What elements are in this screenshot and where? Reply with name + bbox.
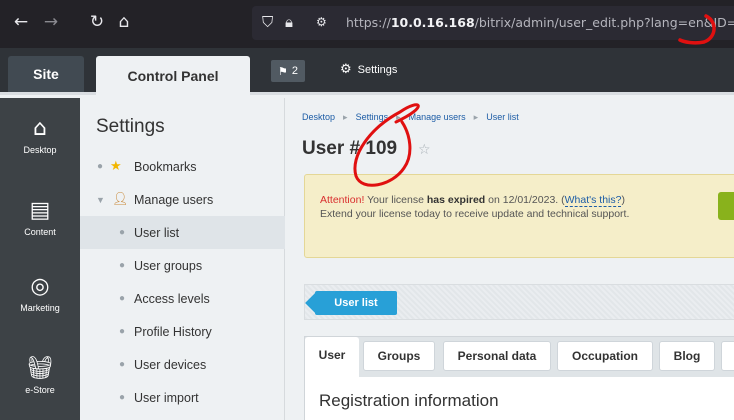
menu-title: Settings [96, 116, 165, 137]
bullet-icon: ● [119, 326, 126, 337]
bullet-icon: ● [97, 161, 104, 172]
back-button[interactable]: ← [8, 9, 34, 35]
rail-item-content[interactable]: ▤ Content [0, 198, 80, 237]
left-rail: ⌂ Desktop ▤ Content ◎ Marketing 🧺︎ e-Sto… [0, 98, 80, 420]
forward-button[interactable]: → [38, 9, 64, 35]
reload-icon: ↻ [89, 12, 105, 32]
document-icon: ▤ [29, 198, 51, 223]
form-body: Registration information [305, 377, 734, 420]
renew-license-button[interactable] [718, 192, 734, 220]
tab-site[interactable]: Site [8, 56, 84, 92]
rail-label: e-Store [25, 385, 55, 395]
settings-label: Settings [357, 63, 398, 76]
notifications-count: 2 [291, 65, 298, 77]
menu-item-profile-history[interactable]: ● Profile History [80, 315, 285, 348]
bullet-icon: ● [119, 359, 126, 370]
tab-blog[interactable]: Blog [659, 341, 715, 371]
user-icon: 👤︎ [112, 192, 129, 207]
rail-item-marketing[interactable]: ◎ Marketing [0, 274, 80, 313]
collapse-arrow-icon[interactable]: ▼ [96, 195, 105, 205]
breadcrumb-item[interactable]: Manage users [409, 112, 466, 122]
home-button[interactable]: ⌂ [111, 9, 137, 35]
admin-top-panel: Site Control Panel ⚑ 2 ⚙ Settings [0, 48, 734, 95]
shield-icon[interactable]: ⛉ [262, 13, 273, 31]
permissions-icon[interactable]: ⚙︎ [316, 15, 327, 29]
menu-item-user-import[interactable]: ● User import [80, 381, 285, 414]
page-title: User # 109 [302, 138, 398, 159]
breadcrumb-separator: ▸ [343, 112, 348, 122]
tab-control-panel[interactable]: Control Panel [96, 56, 250, 95]
bullet-icon: ● [119, 227, 126, 238]
rail-label: Marketing [20, 303, 60, 313]
arrow-right-icon: → [43, 12, 59, 32]
tab-groups[interactable]: Groups [363, 341, 435, 371]
url-text[interactable]: https://10.0.16.168/bitrix/admin/user_ed… [346, 15, 734, 30]
main-content: Desktop ▸ Settings ▸ Manage users ▸ User list … [286, 98, 734, 420]
alert-text: Attention! Your license has expired on 1… [320, 194, 630, 220]
notifications-button[interactable]: ⚑ 2 [271, 60, 305, 82]
edit-form: User Groups Personal data Occupation Blo… [304, 336, 734, 420]
breadcrumb-separator: ▸ [473, 112, 479, 122]
tab-personal-data[interactable]: Personal data [443, 341, 551, 371]
menu-item-user-groups[interactable]: ● User groups [80, 249, 285, 282]
target-icon: ◎ [30, 274, 50, 299]
favorite-star-icon[interactable]: ☆ [418, 142, 431, 158]
menu-item-access-levels[interactable]: ● Access levels [80, 282, 285, 315]
tab-user[interactable]: User [305, 337, 359, 377]
bullet-icon: ● [119, 293, 126, 304]
breadcrumb-item[interactable]: Settings [356, 112, 389, 122]
home-icon: ⌂ [33, 116, 47, 141]
rail-label: Desktop [23, 145, 57, 155]
menu-item-bookmarks[interactable]: ● ★ Bookmarks [80, 150, 285, 183]
whats-this-link[interactable]: What's this? [564, 194, 622, 207]
bullet-icon: ● [119, 260, 126, 271]
tab-occupation[interactable]: Occupation [557, 341, 653, 371]
lock-icon[interactable]: 🔒︎ [285, 13, 293, 31]
license-alert: Attention! Your license has expired on 1… [304, 174, 734, 258]
settings-menu: Settings ● ★ Bookmarks ▼ 👤︎ Manage users… [80, 98, 285, 420]
reload-button[interactable]: ↻ [84, 9, 110, 35]
breadcrumb: Desktop ▸ Settings ▸ Manage users ▸ User list [302, 112, 519, 123]
breadcrumb-item[interactable]: Desktop [302, 112, 335, 122]
section-title: Registration information [319, 391, 499, 410]
rail-label: Content [24, 227, 56, 237]
star-icon: ★ [110, 159, 122, 174]
menu-item-manage-users[interactable]: ▼ 👤︎ Manage users [80, 183, 285, 216]
user-list-back-button[interactable]: User list [315, 291, 397, 315]
flag-icon: ⚑ [278, 65, 288, 78]
tab-more[interactable] [721, 341, 734, 371]
breadcrumb-item[interactable]: User list [486, 112, 519, 122]
arrow-left-icon: ← [13, 12, 29, 32]
rail-item-estore[interactable]: 🧺︎ e-Store [0, 356, 80, 395]
browser-toolbar: ← → ↻ ⌂ ⛉ 🔒︎ ⚙︎ https://10.0.16.168/bitr… [0, 0, 734, 48]
menu-item-user-devices[interactable]: ● User devices [80, 348, 285, 381]
rail-item-desktop[interactable]: ⌂ Desktop [0, 116, 80, 155]
basket-icon: 🧺︎ [26, 356, 54, 381]
bullet-icon: ● [119, 392, 126, 403]
menu-item-user-list[interactable]: ● User list [80, 216, 285, 249]
gear-icon: ⚙ [340, 62, 352, 77]
context-toolbar: User list [304, 284, 734, 320]
settings-button[interactable]: ⚙ Settings [340, 62, 397, 77]
breadcrumb-separator: ▸ [396, 112, 401, 122]
address-bar[interactable]: ⛉ 🔒︎ ⚙︎ https://10.0.16.168/bitrix/admin… [252, 6, 734, 40]
home-icon: ⌂ [118, 12, 130, 32]
